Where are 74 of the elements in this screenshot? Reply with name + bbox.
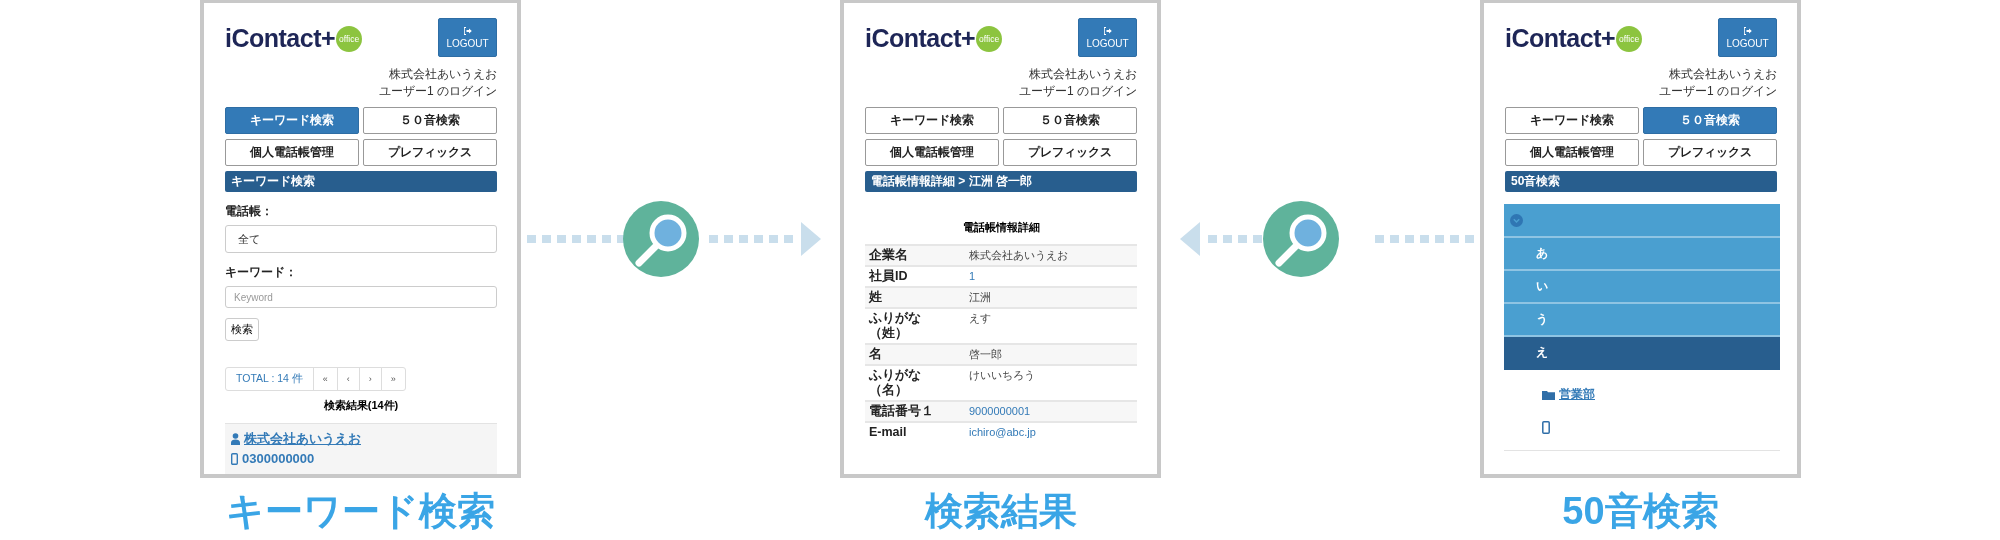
logout-button[interactable]: LOGOUT bbox=[1078, 18, 1137, 57]
nav-tab[interactable]: 個人電話帳管理 bbox=[1505, 139, 1639, 166]
logout-button[interactable]: LOGOUT bbox=[438, 18, 497, 57]
group-link[interactable]: 営業部 bbox=[1559, 386, 1595, 403]
field-value: 啓一郎 bbox=[965, 344, 1137, 365]
mobile-phone-icon bbox=[231, 452, 238, 465]
page-button[interactable]: › bbox=[358, 367, 382, 391]
field-label: 姓 bbox=[869, 290, 883, 305]
magnifier-badge-icon bbox=[1263, 201, 1339, 277]
logo-badge: office bbox=[336, 25, 363, 52]
field-value[interactable]: 9000000001 bbox=[965, 401, 1137, 422]
sign-out-icon bbox=[463, 26, 472, 35]
login-user: ユーザー1 のログイン bbox=[1658, 83, 1777, 100]
person-icon bbox=[231, 433, 240, 445]
nav-tab[interactable]: キーワード検索 bbox=[225, 107, 359, 134]
logo-text: iContact+ bbox=[1505, 24, 1616, 53]
logo-badge: office bbox=[976, 25, 1003, 52]
sign-out-icon bbox=[1743, 26, 1752, 35]
field-label: キーワード： bbox=[225, 265, 298, 280]
logout-button[interactable]: LOGOUT bbox=[1718, 18, 1777, 57]
screen-caption: 50音検索 bbox=[1562, 489, 1719, 534]
nav-tab[interactable]: ５０音検索 bbox=[1643, 107, 1777, 134]
field-label: 社員ID bbox=[869, 269, 909, 284]
field-value[interactable]: ichiro@abc.jp bbox=[965, 422, 1137, 442]
sign-out-icon bbox=[1103, 26, 1112, 35]
company-link[interactable]: 株式会社あいうえお bbox=[244, 430, 361, 448]
keyword-field[interactable]: Keyword bbox=[225, 286, 497, 308]
login-user: ユーザー1 のログイン bbox=[1018, 83, 1137, 100]
field-value: 江洲 bbox=[965, 287, 1137, 308]
total-count: TOTAL : 14 件 bbox=[225, 367, 314, 391]
page-button[interactable]: ‹ bbox=[336, 367, 360, 391]
field-label: E-mail bbox=[869, 425, 908, 440]
nav-tab[interactable]: ５０音検索 bbox=[363, 107, 497, 134]
mobile-phone-icon bbox=[1542, 421, 1550, 434]
nav-tab[interactable]: キーワード検索 bbox=[865, 107, 999, 134]
field-label-note: （名） bbox=[869, 383, 908, 398]
section-title-bar: 電話帳情報詳細 > 江洲 啓一郎 bbox=[865, 171, 1137, 192]
field-value: 株式会社あいうえお bbox=[965, 245, 1137, 266]
folder-icon bbox=[1542, 389, 1555, 400]
detail-title: 電話帳情報詳細 bbox=[961, 220, 1041, 235]
field-label: 電話番号１ bbox=[869, 404, 935, 419]
field-label: ふりがな bbox=[869, 311, 922, 326]
section-title-bar: キーワード検索 bbox=[225, 171, 497, 192]
field-label-note: （姓） bbox=[869, 326, 908, 341]
field-label: ふりがな bbox=[869, 368, 922, 383]
phone-number[interactable]: 0300000000 bbox=[242, 451, 315, 466]
page-button[interactable]: « bbox=[312, 367, 338, 391]
screen-caption: キーワード検索 bbox=[226, 489, 495, 534]
nav-tab[interactable]: プレフィックス bbox=[1003, 139, 1137, 166]
nav-tab[interactable]: ５０音検索 bbox=[1003, 107, 1137, 134]
company-name: 株式会社あいうえお bbox=[1028, 66, 1137, 83]
login-user: ユーザー1 のログイン bbox=[378, 83, 497, 100]
nav-tab[interactable]: 個人電話帳管理 bbox=[225, 139, 359, 166]
magnifier-badge-icon bbox=[623, 201, 699, 277]
nav-tab[interactable]: 個人電話帳管理 bbox=[865, 139, 999, 166]
nav-tab[interactable]: プレフィックス bbox=[363, 139, 497, 166]
results-title: 検索結果(14件) bbox=[322, 398, 400, 413]
field-label: 電話帳： bbox=[225, 204, 274, 219]
field-label: 名 bbox=[869, 347, 883, 362]
search-button[interactable]: 検索 bbox=[225, 318, 259, 341]
accordion-header[interactable] bbox=[1504, 204, 1780, 238]
nav-tab[interactable]: プレフィックス bbox=[1643, 139, 1777, 166]
field-label: 企業名 bbox=[869, 248, 909, 263]
kana-row[interactable]: え bbox=[1504, 337, 1780, 370]
section-title-bar: 50音検索 bbox=[1505, 171, 1777, 192]
company-name: 株式会社あいうえお bbox=[1668, 66, 1777, 83]
nav-tab[interactable]: キーワード検索 bbox=[1505, 107, 1639, 134]
phonebook-select[interactable]: 全て bbox=[225, 225, 497, 253]
logo-text: iContact+ bbox=[225, 24, 336, 53]
logo-badge: office bbox=[1616, 25, 1643, 52]
logo-text: iContact+ bbox=[865, 24, 976, 53]
company-name: 株式会社あいうえお bbox=[388, 66, 497, 83]
screen-caption: 検索結果 bbox=[924, 489, 1077, 534]
page-button[interactable]: » bbox=[380, 367, 406, 391]
